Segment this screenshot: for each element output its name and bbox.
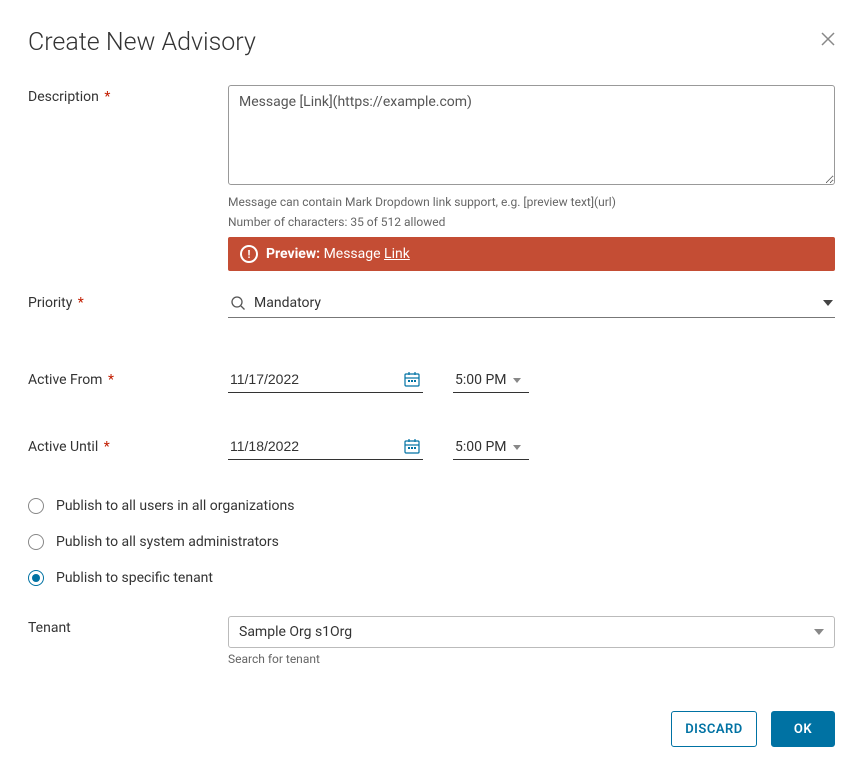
priority-select[interactable]: Mandatory [228,291,835,318]
close-icon [821,32,835,46]
description-label: Description * [28,85,228,271]
calendar-icon[interactable] [403,437,421,455]
tenant-helper: Search for tenant [228,652,835,666]
description-helper-1: Message can contain Mark Dropdown link s… [228,195,835,209]
active-until-time-input[interactable]: 5:00 PM [453,437,529,460]
chevron-down-icon [513,378,521,383]
active-from-date-input[interactable] [228,368,423,393]
preview-link[interactable]: Link [384,246,410,262]
dialog-title: Create New Advisory [28,28,835,57]
publish-radio-all-users[interactable] [28,498,44,514]
publish-label-all-users: Publish to all users in all organization… [56,498,294,514]
preview-label: Preview: [266,246,320,262]
publish-radio-group: Publish to all users in all organization… [28,498,835,598]
active-until-date-field[interactable] [230,438,397,454]
priority-value: Mandatory [254,295,815,311]
chevron-down-icon [823,300,833,306]
publish-label-tenant: Publish to specific tenant [56,570,213,586]
active-from-date-field[interactable] [230,371,397,387]
publish-radio-tenant[interactable] [28,570,44,586]
preview-bar: ! Preview: Message Link [228,237,835,271]
description-textarea[interactable] [228,85,835,185]
description-helper-2: Number of characters: 35 of 512 allowed [228,215,835,229]
priority-label: Priority * [28,291,228,318]
tenant-select[interactable]: Sample Org s1Org [228,616,835,648]
active-until-date-input[interactable] [228,435,423,460]
tenant-label: Tenant [28,616,228,666]
close-button[interactable] [821,32,835,49]
create-advisory-dialog: Create New Advisory Description * Messag… [0,0,863,775]
calendar-icon[interactable] [403,370,421,388]
active-from-time-input[interactable]: 5:00 PM [453,370,529,393]
publish-radio-sysadmins[interactable] [28,534,44,550]
discard-button[interactable]: DISCARD [671,711,757,747]
active-from-label: Active From * [28,368,228,393]
active-from-time-value: 5:00 PM [455,372,507,388]
ok-button[interactable]: OK [771,711,835,747]
preview-message: Message [324,246,381,262]
dialog-footer: DISCARD OK [28,711,835,747]
publish-label-sysadmins: Publish to all system administrators [56,534,279,550]
search-icon [230,295,246,311]
chevron-down-icon [814,629,824,635]
info-icon: ! [240,245,258,263]
chevron-down-icon [513,445,521,450]
active-until-time-value: 5:00 PM [455,439,507,455]
tenant-value: Sample Org s1Org [239,624,352,640]
active-until-label: Active Until * [28,435,228,460]
